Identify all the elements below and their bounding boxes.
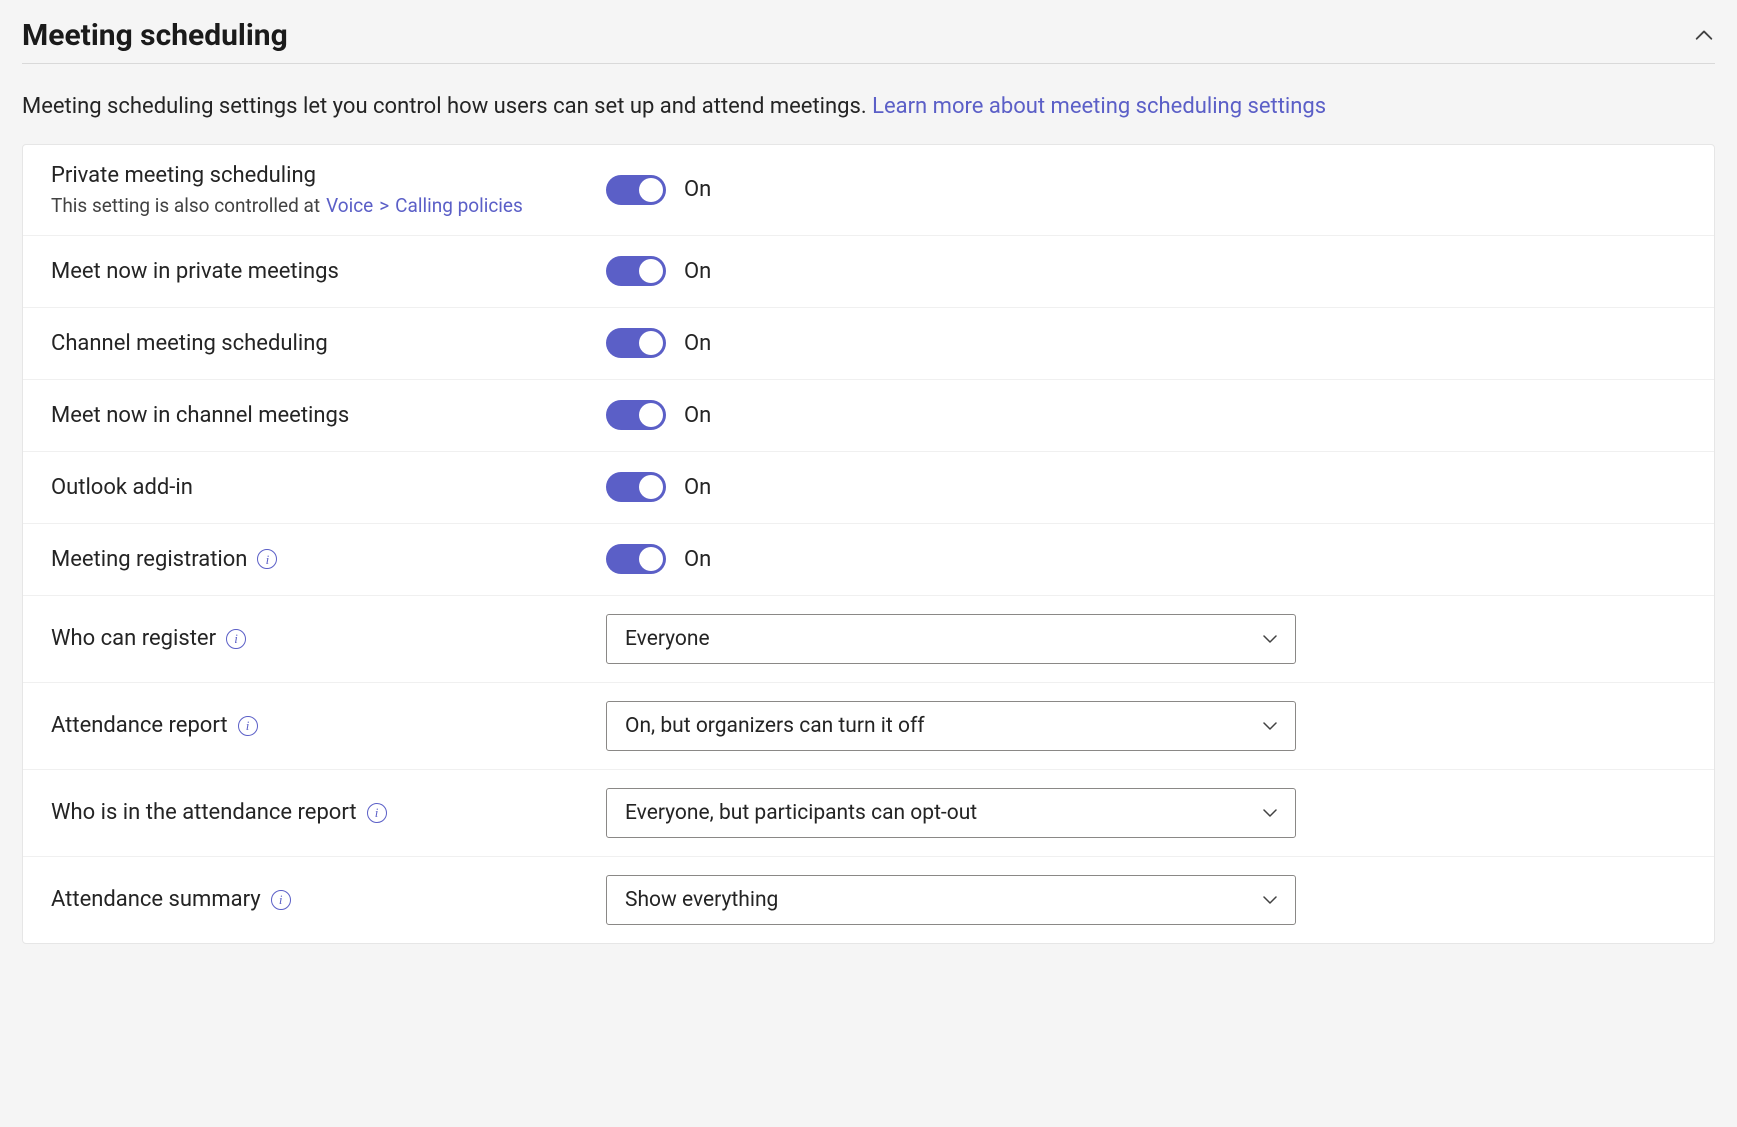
meet-now-channel-toggle-state: On [684, 403, 711, 428]
chevron-down-icon [1261, 804, 1279, 822]
attendance-summary-select[interactable]: Show everything [606, 875, 1296, 925]
section-title: Meeting scheduling [22, 18, 288, 53]
row-private-meeting-scheduling: Private meeting scheduling This setting … [23, 145, 1714, 236]
row-attendance-report: Attendance report i On, but organizers c… [23, 683, 1714, 770]
row-control: On [606, 175, 1686, 205]
meeting-registration-toggle[interactable] [606, 544, 666, 574]
channel-meeting-scheduling-toggle[interactable] [606, 328, 666, 358]
info-icon[interactable]: i [257, 549, 277, 569]
attendance-summary-label: Attendance summary i [51, 887, 291, 912]
meeting-registration-label: Meeting registration i [51, 547, 277, 572]
row-control: On [606, 256, 1686, 286]
outlook-addin-toggle[interactable] [606, 472, 666, 502]
private-meeting-scheduling-sublabel: This setting is also controlled at Voice… [51, 194, 582, 217]
section-description-text: Meeting scheduling settings let you cont… [22, 94, 867, 119]
voice-link[interactable]: Voice [326, 194, 373, 217]
row-meet-now-channel: Meet now in channel meetings On [23, 380, 1714, 452]
who-can-register-label: Who can register i [51, 626, 246, 651]
row-label-area: Channel meeting scheduling [51, 331, 606, 356]
meet-now-private-toggle-state: On [684, 259, 711, 284]
meet-now-channel-label: Meet now in channel meetings [51, 403, 349, 428]
row-label-area: Meet now in channel meetings [51, 403, 606, 428]
row-control: Everyone [606, 614, 1686, 664]
attendance-report-label-text: Attendance report [51, 713, 228, 738]
row-who-can-register: Who can register i Everyone [23, 596, 1714, 683]
row-control: Everyone, but participants can opt-out [606, 788, 1686, 838]
chevron-down-icon [1261, 717, 1279, 735]
row-outlook-addin: Outlook add-in On [23, 452, 1714, 524]
attendance-summary-value: Show everything [625, 888, 778, 912]
chevron-down-icon [1261, 891, 1279, 909]
collapse-section-button[interactable] [1693, 25, 1715, 47]
info-icon[interactable]: i [367, 803, 387, 823]
row-control: Show everything [606, 875, 1686, 925]
private-meeting-scheduling-label: Private meeting scheduling [51, 163, 316, 188]
row-label-area: Meeting registration i [51, 547, 606, 572]
meeting-registration-toggle-state: On [684, 547, 711, 572]
row-meeting-registration: Meeting registration i On [23, 524, 1714, 596]
info-icon[interactable]: i [238, 716, 258, 736]
row-label-area: Attendance report i [51, 713, 606, 738]
private-meeting-scheduling-toggle-state: On [684, 177, 711, 202]
row-channel-meeting-scheduling: Channel meeting scheduling On [23, 308, 1714, 380]
row-label-area: Who can register i [51, 626, 606, 651]
row-label-area: Private meeting scheduling This setting … [51, 163, 606, 217]
attendance-report-label: Attendance report i [51, 713, 258, 738]
who-can-register-label-text: Who can register [51, 626, 216, 651]
info-icon[interactable]: i [226, 629, 246, 649]
who-in-attendance-report-value: Everyone, but participants can opt-out [625, 801, 977, 825]
meeting-scheduling-section: Meeting scheduling Meeting scheduling se… [0, 0, 1737, 944]
breadcrumb-separator: > [379, 194, 389, 217]
chevron-up-icon [1693, 25, 1715, 47]
private-meeting-scheduling-toggle[interactable] [606, 175, 666, 205]
row-control: On [606, 400, 1686, 430]
learn-more-link[interactable]: Learn more about meeting scheduling sett… [872, 94, 1326, 119]
row-control: On [606, 544, 1686, 574]
attendance-report-select[interactable]: On, but organizers can turn it off [606, 701, 1296, 751]
attendance-report-value: On, but organizers can turn it off [625, 714, 925, 738]
sublabel-prefix: This setting is also controlled at [51, 194, 320, 217]
row-control: On [606, 472, 1686, 502]
section-description: Meeting scheduling settings let you cont… [22, 92, 1715, 122]
section-header: Meeting scheduling [22, 18, 1715, 64]
outlook-addin-label: Outlook add-in [51, 475, 193, 500]
row-label-area: Who is in the attendance report i [51, 800, 606, 825]
calling-policies-link[interactable]: Calling policies [395, 194, 523, 217]
row-control: On [606, 328, 1686, 358]
row-label-area: Attendance summary i [51, 887, 606, 912]
info-icon[interactable]: i [271, 890, 291, 910]
channel-meeting-scheduling-label: Channel meeting scheduling [51, 331, 328, 356]
row-attendance-summary: Attendance summary i Show everything [23, 857, 1714, 943]
meet-now-private-toggle[interactable] [606, 256, 666, 286]
channel-meeting-scheduling-toggle-state: On [684, 331, 711, 356]
chevron-down-icon [1261, 630, 1279, 648]
attendance-summary-label-text: Attendance summary [51, 887, 261, 912]
meeting-registration-label-text: Meeting registration [51, 547, 247, 572]
meet-now-channel-toggle[interactable] [606, 400, 666, 430]
who-can-register-select[interactable]: Everyone [606, 614, 1296, 664]
settings-card: Private meeting scheduling This setting … [22, 144, 1715, 944]
row-meet-now-private: Meet now in private meetings On [23, 236, 1714, 308]
who-in-attendance-report-select[interactable]: Everyone, but participants can opt-out [606, 788, 1296, 838]
row-label-area: Outlook add-in [51, 475, 606, 500]
meet-now-private-label: Meet now in private meetings [51, 259, 339, 284]
who-in-attendance-report-label: Who is in the attendance report i [51, 800, 387, 825]
row-control: On, but organizers can turn it off [606, 701, 1686, 751]
row-label-area: Meet now in private meetings [51, 259, 606, 284]
outlook-addin-toggle-state: On [684, 475, 711, 500]
row-who-in-attendance-report: Who is in the attendance report i Everyo… [23, 770, 1714, 857]
who-in-attendance-report-label-text: Who is in the attendance report [51, 800, 357, 825]
who-can-register-value: Everyone [625, 627, 710, 651]
